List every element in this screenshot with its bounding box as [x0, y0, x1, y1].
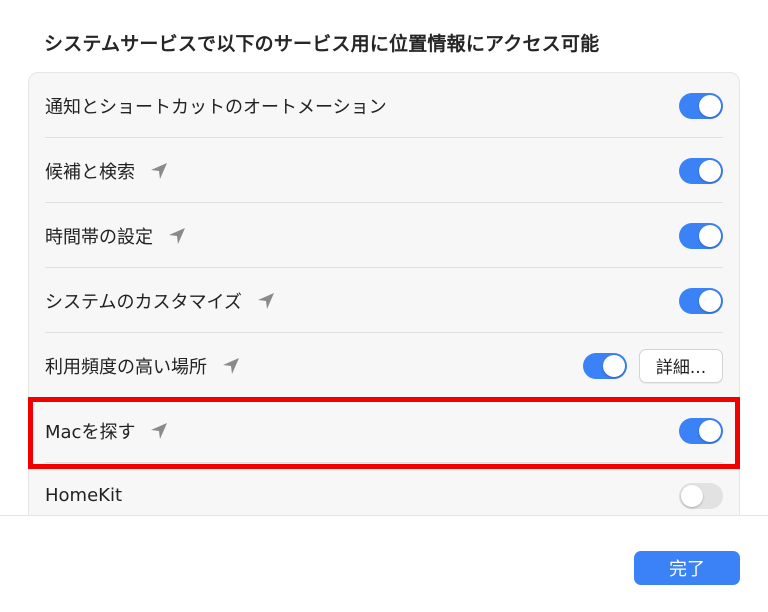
suggestions-search-toggle[interactable]	[679, 157, 723, 184]
toggle-knob	[681, 484, 703, 507]
row-label: システムのカスタマイズ	[45, 291, 242, 313]
row-label: 利用頻度の高い場所	[45, 356, 207, 378]
row-label: 通知とショートカットのオートメーション	[45, 96, 387, 118]
location-arrow-icon	[151, 422, 168, 439]
notification-shortcut-automation-toggle[interactable]	[679, 92, 723, 119]
system-customization-toggle[interactable]	[679, 287, 723, 314]
list-item-notification-shortcut-automation: 通知とショートカットのオートメーション	[29, 73, 739, 138]
location-services-panel: システムサービスで以下のサービス用に位置情報にアクセス可能 通知とショートカット…	[0, 0, 768, 612]
toggle-knob	[603, 354, 625, 377]
done-button[interactable]: 完了	[634, 551, 740, 585]
time-zone-setting-toggle[interactable]	[679, 222, 723, 249]
list-item-find-my-mac: Macを探す	[29, 398, 739, 463]
list-item-system-customization: システムのカスタマイズ	[29, 268, 739, 333]
row-label: Macを探す	[45, 421, 136, 443]
toggle-knob	[699, 419, 721, 442]
list-item-time-zone-setting: 時間帯の設定	[29, 203, 739, 268]
list-item-significant-locations: 利用頻度の高い場所 詳細...	[29, 333, 739, 398]
location-arrow-icon	[257, 292, 274, 309]
significant-locations-toggle[interactable]	[583, 352, 627, 379]
toggle-knob	[699, 289, 721, 312]
toggle-knob	[699, 159, 721, 182]
row-label: 時間帯の設定	[45, 226, 153, 248]
section-title: システムサービスで以下のサービス用に位置情報にアクセス可能	[44, 33, 600, 55]
services-list: 通知とショートカットのオートメーション 候補と検索 時間帯の設定 システムのカス…	[28, 72, 740, 542]
location-arrow-icon	[169, 227, 185, 244]
homekit-toggle[interactable]	[679, 482, 723, 509]
location-arrow-icon	[223, 357, 239, 374]
row-label: 候補と検索	[45, 161, 135, 183]
toggle-knob	[699, 94, 721, 117]
location-arrow-icon	[151, 162, 167, 179]
list-item-suggestions-search: 候補と検索	[29, 138, 739, 203]
details-button[interactable]: 詳細...	[639, 348, 723, 383]
row-label: HomeKit	[45, 485, 123, 506]
toggle-knob	[699, 224, 721, 247]
find-my-mac-toggle[interactable]	[679, 417, 723, 444]
